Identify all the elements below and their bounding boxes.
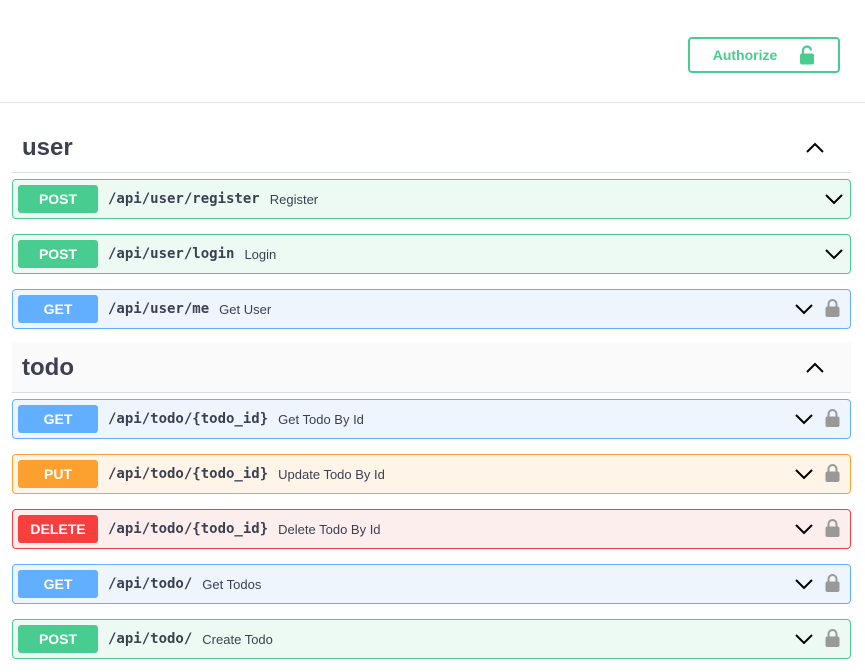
- operation-summary: Update Todo By Id: [278, 466, 385, 482]
- operation-path: /api/todo/{todo_id}: [108, 466, 269, 482]
- operation-summary: Get Todos: [202, 576, 262, 592]
- operation-path: /api/todo/: [108, 576, 193, 592]
- operation-row[interactable]: PUT /api/todo/{todo_id} Update Todo By I…: [12, 454, 851, 494]
- method-badge: GET: [18, 570, 98, 598]
- operation-summary: Get User: [219, 301, 272, 317]
- operation-summary: Create Todo: [202, 631, 273, 647]
- operation-row[interactable]: DELETE /api/todo/{todo_id} Delete Todo B…: [12, 509, 851, 549]
- operation-row[interactable]: GET /api/user/me Get User: [12, 289, 851, 329]
- top-bar: Authorize: [0, 0, 865, 103]
- lock-icon[interactable]: [825, 409, 840, 428]
- operation-row[interactable]: GET /api/todo/{todo_id} Get Todo By Id: [12, 399, 851, 439]
- operation-row[interactable]: GET /api/todo/ Get Todos: [12, 564, 851, 604]
- chevron-up-icon[interactable]: [805, 141, 825, 155]
- operation-path: /api/todo/: [108, 631, 193, 647]
- chevron-down-icon[interactable]: [824, 192, 844, 206]
- operation-summary: Login: [244, 246, 277, 262]
- chevron-up-icon[interactable]: [805, 361, 825, 375]
- operation-summary: Delete Todo By Id: [278, 521, 381, 537]
- operation-row[interactable]: POST /api/user/login Login: [12, 234, 851, 274]
- lock-icon[interactable]: [825, 629, 840, 648]
- operation-summary: Register: [269, 191, 319, 207]
- chevron-down-icon[interactable]: [794, 632, 814, 646]
- operation-path: /api/user/me: [108, 301, 210, 317]
- chevron-down-icon[interactable]: [794, 412, 814, 426]
- lock-icon[interactable]: [825, 464, 840, 483]
- lock-icon[interactable]: [825, 519, 840, 538]
- method-badge: GET: [18, 405, 98, 433]
- method-badge: POST: [18, 240, 98, 268]
- unlock-icon: [800, 45, 815, 65]
- section-title: user: [22, 133, 73, 161]
- chevron-down-icon[interactable]: [794, 467, 814, 481]
- lock-icon[interactable]: [825, 574, 840, 593]
- operation-path: /api/user/login: [108, 246, 235, 262]
- section-title: todo: [22, 353, 74, 381]
- operation-summary: Get Todo By Id: [278, 411, 364, 427]
- operation-path: /api/todo/{todo_id}: [108, 521, 269, 537]
- chevron-down-icon[interactable]: [794, 577, 814, 591]
- method-badge: GET: [18, 295, 98, 323]
- operation-path: /api/todo/{todo_id}: [108, 411, 269, 427]
- chevron-down-icon[interactable]: [794, 302, 814, 316]
- operation-path: /api/user/register: [108, 191, 260, 207]
- lock-icon[interactable]: [825, 299, 840, 318]
- method-badge: DELETE: [18, 515, 98, 543]
- authorize-label: Authorize: [712, 47, 778, 63]
- authorize-button[interactable]: Authorize: [688, 37, 840, 73]
- operation-row[interactable]: POST /api/todo/ Create Todo: [12, 619, 851, 659]
- section-todo: todo: [12, 343, 851, 393]
- chevron-down-icon[interactable]: [794, 522, 814, 536]
- chevron-down-icon[interactable]: [824, 247, 844, 261]
- operation-row[interactable]: POST /api/user/register Register: [12, 179, 851, 219]
- section-header-todo[interactable]: todo: [12, 343, 851, 393]
- method-badge: POST: [18, 625, 98, 653]
- method-badge: POST: [18, 185, 98, 213]
- section-header-user[interactable]: user: [12, 123, 851, 173]
- section-user: user: [12, 123, 851, 173]
- method-badge: PUT: [18, 460, 98, 488]
